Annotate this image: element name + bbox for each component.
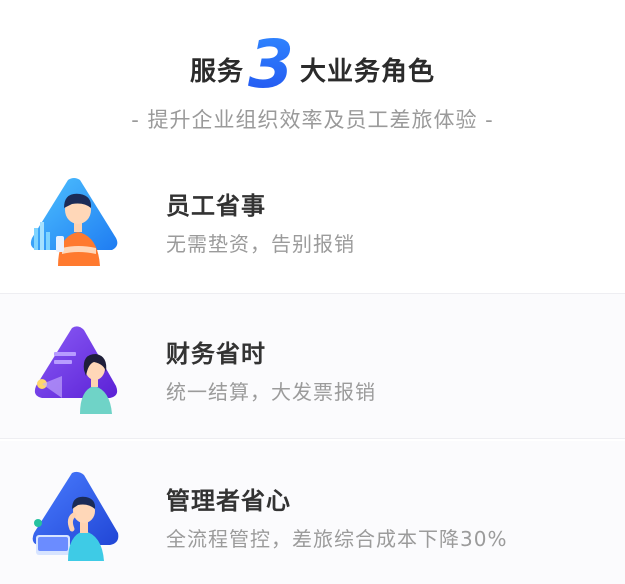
title-suffix: 大业务角色 <box>299 57 435 87</box>
role-desc: 全流程管控，差旅综合成本下降30% <box>166 527 508 551</box>
finance-avatar-icon <box>34 326 118 414</box>
role-desc: 统一结算，大发票报销 <box>166 380 376 404</box>
section-subtitle: - 提升企业组织效率及员工差旅体验 - <box>131 108 494 132</box>
employee-avatar-icon <box>30 178 118 266</box>
role-desc: 无需垫资，告别报销 <box>166 232 355 256</box>
section-title: 服务 3 大业务角色 <box>0 28 625 98</box>
manager-avatar-icon <box>32 471 119 561</box>
roles-page: 服务 3 大业务角色 - 提升企业组织效率及员工差旅体验 - 员工省事 无需垫资… <box>0 0 625 584</box>
role-card-employee[interactable]: 员工省事 无需垫资，告别报销 <box>0 146 625 292</box>
role-card-manager[interactable]: 管理者省心 全流程管控，差旅综合成本下降30% <box>0 441 625 584</box>
title-number: 3 <box>248 26 294 103</box>
role-title: 管理者省心 <box>166 487 291 515</box>
title-prefix: 服务 <box>190 57 245 87</box>
role-title: 财务省时 <box>166 340 266 368</box>
role-title: 员工省事 <box>166 192 266 220</box>
section-header: 服务 3 大业务角色 - 提升企业组织效率及员工差旅体验 - <box>0 0 625 150</box>
role-card-finance[interactable]: 财务省时 统一结算，大发票报销 <box>0 293 625 439</box>
